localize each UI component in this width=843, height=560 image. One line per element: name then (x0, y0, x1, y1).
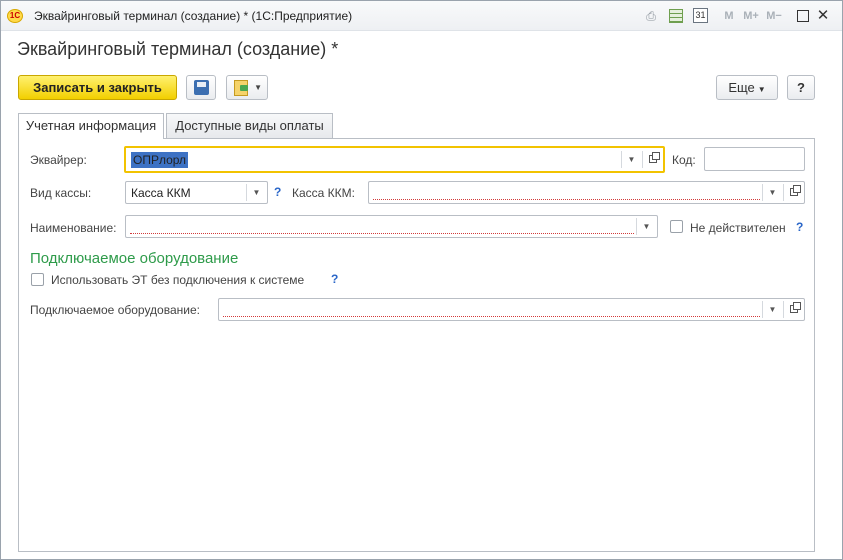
open-icon[interactable] (783, 301, 803, 318)
tab-payment-types[interactable]: Доступные виды оплаты (166, 113, 333, 138)
help-icon[interactable]: ? (796, 220, 803, 234)
chevron-down-icon[interactable]: ▼ (762, 301, 782, 318)
help-button[interactable]: ? (787, 75, 815, 100)
cash-type-value: Касса ККМ (131, 186, 191, 200)
close-icon[interactable]: ✕ (816, 8, 830, 24)
acquirer-field[interactable]: ОПРлорл ▼ (124, 146, 665, 173)
calendar-icon[interactable]: 31 (693, 8, 708, 23)
chevron-down-icon[interactable]: ▼ (636, 218, 656, 235)
create-based-on-button[interactable]: ▼ (226, 75, 268, 100)
chevron-down-icon[interactable]: ▼ (621, 151, 641, 168)
cash-register-label: Касса ККМ: (292, 186, 355, 200)
equipment-section-title: Подключаемое оборудование (30, 250, 239, 267)
tab-accounting-info[interactable]: Учетная информация (18, 113, 164, 139)
equipment-field[interactable]: ▼ (218, 298, 805, 321)
use-without-connection-label: Использовать ЭТ без подключения к систем… (51, 273, 305, 287)
chevron-down-icon: ▼ (254, 83, 262, 92)
use-without-connection-checkbox[interactable] (31, 273, 44, 286)
more-button-label: Еще (728, 80, 755, 95)
title-bar: 1С Эквайринговый терминал (создание) * (… (1, 1, 842, 31)
app-window: 1С Эквайринговый терминал (создание) * (… (0, 0, 843, 560)
name-label: Наименование: (30, 221, 117, 235)
required-underline (130, 233, 634, 234)
calculator-icon[interactable] (669, 9, 683, 23)
memory-plus-icon[interactable]: M+ (742, 8, 760, 24)
chevron-down-icon[interactable]: ▼ (246, 184, 266, 201)
chevron-down-icon[interactable]: ▼ (762, 184, 782, 201)
help-icon[interactable]: ? (331, 272, 338, 286)
cash-register-field[interactable]: ▼ (368, 181, 805, 204)
maximize-icon[interactable] (797, 10, 809, 22)
equipment-label: Подключаемое оборудование: (30, 303, 200, 317)
acquirer-label: Эквайрер: (30, 153, 87, 167)
required-underline (223, 316, 760, 317)
open-icon[interactable] (783, 184, 803, 201)
floppy-disk-icon (194, 80, 209, 95)
page-title: Эквайринговый терминал (создание) * (17, 39, 339, 59)
app-logo-icon: 1С (7, 9, 23, 23)
code-label: Код: (672, 153, 696, 167)
inactive-checkbox[interactable] (670, 220, 683, 233)
document-arrow-icon (234, 80, 248, 96)
memory-m-icon[interactable]: M (723, 8, 735, 24)
cash-type-select[interactable]: Касса ККМ ▼ (125, 181, 268, 204)
save-button[interactable] (186, 75, 216, 100)
acquirer-value: ОПРлорл (131, 152, 189, 168)
cash-type-label: Вид кассы: (30, 186, 92, 200)
code-field[interactable] (704, 147, 805, 171)
help-icon[interactable]: ? (274, 185, 281, 199)
chevron-down-icon: ▼ (757, 85, 766, 94)
window-title: Эквайринговый терминал (создание) * (1С:… (34, 9, 353, 23)
memory-minus-icon[interactable]: M− (765, 8, 783, 24)
inactive-label: Не действителен (690, 221, 786, 235)
open-icon[interactable] (642, 151, 662, 168)
more-button[interactable]: Еще ▼ (716, 75, 778, 100)
save-and-close-button[interactable]: Записать и закрыть (18, 75, 177, 100)
print-icon[interactable]: ⎙ (643, 8, 659, 24)
name-field[interactable]: ▼ (125, 215, 658, 238)
required-underline (373, 199, 760, 200)
